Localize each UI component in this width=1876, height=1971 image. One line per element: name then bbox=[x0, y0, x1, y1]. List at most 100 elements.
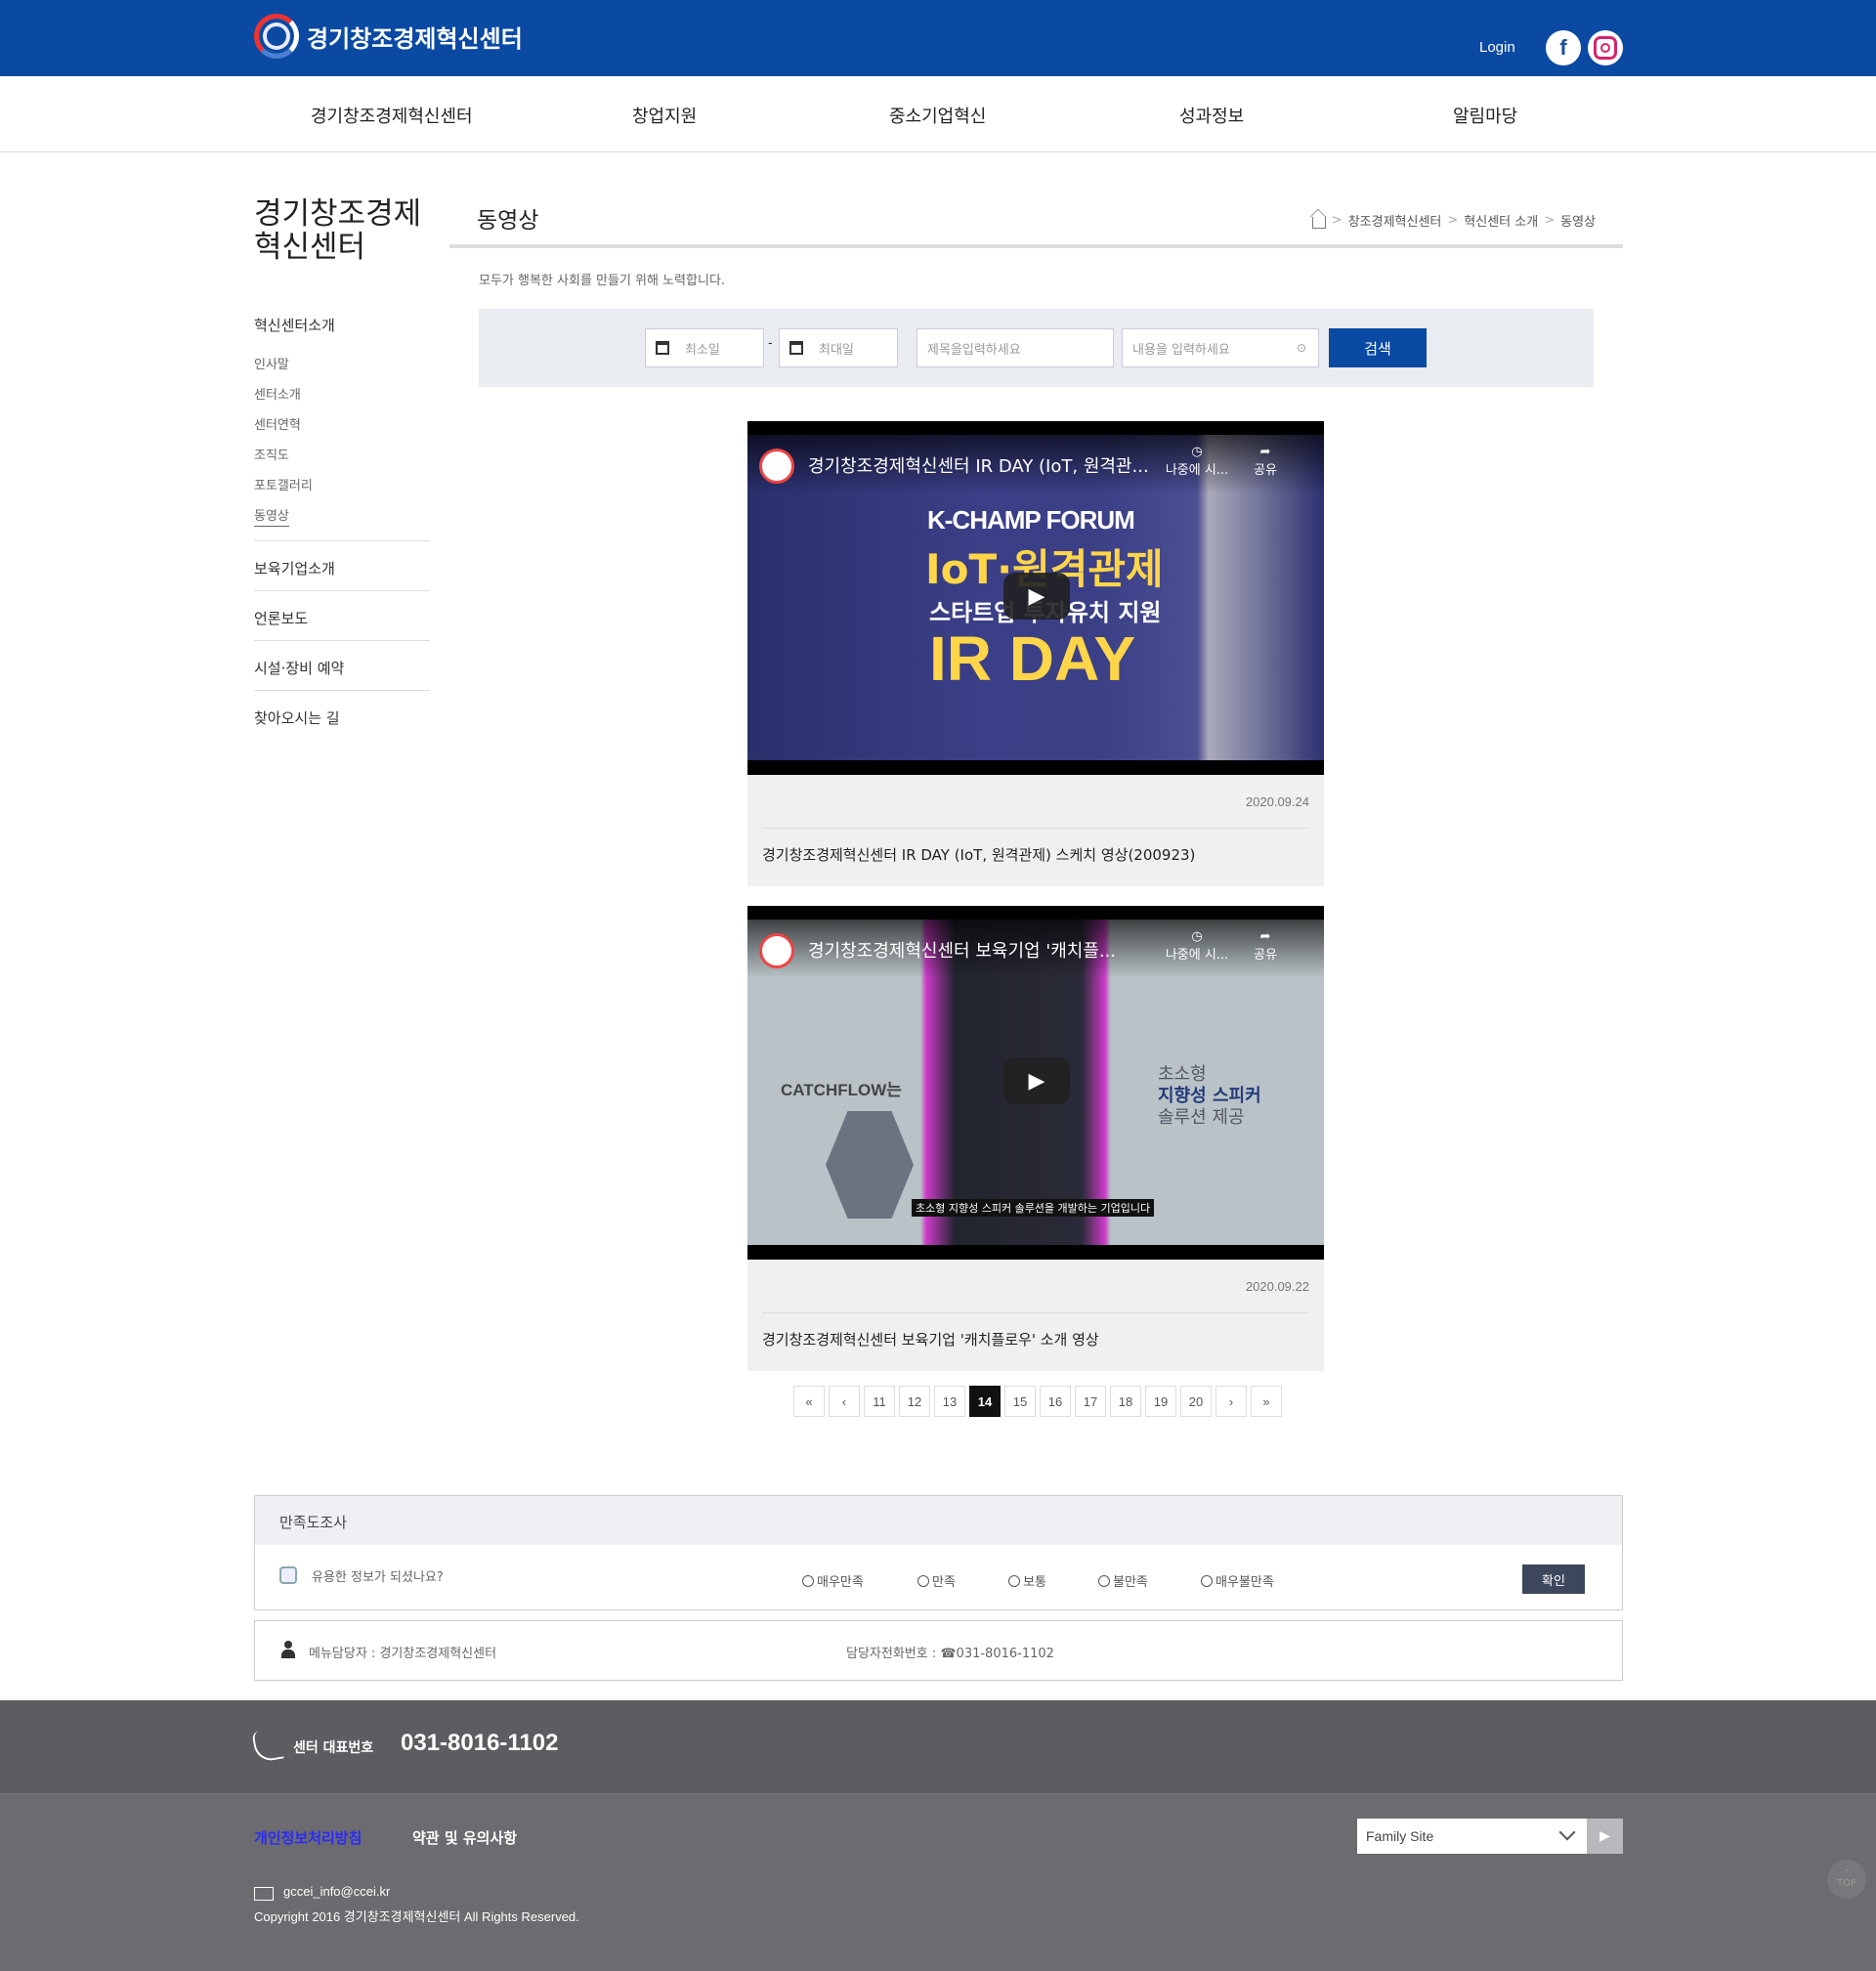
breadcrumb: > 창조경제혁신센터 > 혁신센터 소개 > 동영상 bbox=[1311, 211, 1596, 230]
next-page-button[interactable]: › bbox=[1215, 1386, 1247, 1417]
lnb-item-companies[interactable]: 보육기업소개 bbox=[254, 558, 335, 578]
channel-avatar[interactable] bbox=[759, 449, 794, 484]
first-page-button[interactable]: « bbox=[793, 1386, 825, 1417]
footer-email: gccei_info@ccei.kr bbox=[283, 1884, 391, 1899]
page-link[interactable]: 17 bbox=[1075, 1386, 1106, 1417]
video-title[interactable]: 경기창조경제혁신센터 IR DAY (IoT, 원격관제) 스케치 영상(200… bbox=[762, 828, 1309, 886]
breadcrumb-item[interactable]: 동영상 bbox=[1560, 211, 1596, 230]
lnb-divider bbox=[254, 690, 430, 691]
lnb-sub-org[interactable]: 조직도 bbox=[254, 445, 289, 463]
page-link[interactable]: 13 bbox=[934, 1386, 965, 1417]
end-date-input[interactable]: 최대일 bbox=[779, 328, 898, 367]
page-link[interactable]: 16 bbox=[1040, 1386, 1071, 1417]
home-icon[interactable] bbox=[1311, 216, 1326, 229]
lnb-item-reservation[interactable]: 시설·장비 예약 bbox=[254, 658, 344, 678]
clock-icon: ◷ bbox=[1191, 929, 1203, 944]
calendar-icon[interactable] bbox=[656, 341, 669, 355]
prev-page-button[interactable]: ‹ bbox=[829, 1386, 860, 1417]
page-link[interactable]: 20 bbox=[1180, 1386, 1212, 1417]
login-link[interactable]: Login bbox=[1479, 39, 1515, 56]
menu-manager: 메뉴담당자 : 경기창조경제혁신센터 bbox=[309, 1647, 497, 1661]
play-icon[interactable]: ▶ bbox=[1003, 1057, 1070, 1104]
lnb-sub-history[interactable]: 센터연혁 bbox=[254, 414, 301, 433]
start-date-input[interactable]: 최소일 bbox=[645, 328, 764, 367]
search-button[interactable]: 검색 bbox=[1329, 328, 1427, 367]
survey-option-neutral[interactable]: 보통 bbox=[1008, 1571, 1046, 1590]
video-card[interactable]: CATCHFLOW는 초소형 지향성 스피커 솔루션 제공 초소형 지향성 스피… bbox=[747, 906, 1324, 1371]
global-nav: 경기창조경제혁신센터 창업지원 중소기업혁신 성과정보 알림마당 bbox=[0, 76, 1876, 152]
lnb-section[interactable]: 혁신센터소개 bbox=[254, 315, 335, 335]
survey-option-dissatisfied[interactable]: 불만족 bbox=[1098, 1571, 1148, 1590]
page-link[interactable]: 15 bbox=[1004, 1386, 1036, 1417]
lnb-item-directions[interactable]: 찾아오시는 길 bbox=[254, 707, 340, 728]
magnifier-icon bbox=[279, 1566, 297, 1584]
survey-option-very-satisfied[interactable]: 매우만족 bbox=[802, 1571, 864, 1590]
video-title[interactable]: 경기창조경제혁신센터 보육기업 '캐치플로우' 소개 영상 bbox=[762, 1312, 1309, 1371]
content-search-input[interactable]: 내용을 입력하세요 ⊙ bbox=[1122, 328, 1319, 367]
video-card[interactable]: K-CHAMP FORUM IoT·원격관제 스타트업 투자유치 지원 IR D… bbox=[747, 421, 1324, 886]
watch-later-button[interactable]: ◷ 나중에 시... bbox=[1158, 929, 1236, 963]
gnb-item-startup[interactable]: 창업지원 bbox=[632, 103, 697, 128]
lnb-sub-greeting[interactable]: 인사말 bbox=[254, 354, 289, 372]
channel-avatar[interactable] bbox=[759, 933, 794, 968]
family-site-go-button[interactable]: ▶ bbox=[1587, 1819, 1623, 1854]
family-site-select[interactable]: Family Site bbox=[1357, 1819, 1587, 1854]
breadcrumb-item[interactable]: 창조경제혁신센터 bbox=[1348, 211, 1442, 230]
watch-later-button[interactable]: ◷ 나중에 시... bbox=[1158, 445, 1236, 478]
logo-text: 경기창조경제혁신센터 bbox=[307, 24, 523, 53]
manager-phone: 담당자전화번호 : ☎031-8016-1102 bbox=[846, 1647, 1054, 1661]
page-link[interactable]: 12 bbox=[899, 1386, 930, 1417]
tel-number: 031-8016-1102 bbox=[401, 1730, 559, 1756]
page-link[interactable]: 19 bbox=[1145, 1386, 1176, 1417]
current-page[interactable]: 14 bbox=[969, 1386, 1001, 1417]
video-date: 2020.09.24 bbox=[1245, 794, 1309, 809]
privacy-policy-link[interactable]: 개인정보처리방침 bbox=[254, 1827, 362, 1848]
video-player-title[interactable]: 경기창조경제혁신센터 IR DAY (IoT, 원격관... bbox=[808, 452, 1160, 478]
share-button[interactable]: ➦ 공유 bbox=[1246, 929, 1285, 963]
lnb-item-press[interactable]: 언론보도 bbox=[254, 608, 308, 628]
top-header: 경기창조경제혁신센터 Login f bbox=[0, 0, 1876, 76]
gnb-item-center[interactable]: 경기창조경제혁신센터 bbox=[311, 103, 473, 128]
terms-link[interactable]: 약관 및 유의사항 bbox=[412, 1827, 517, 1848]
page-link[interactable]: 11 bbox=[864, 1386, 895, 1417]
lnb-sub-intro[interactable]: 센터소개 bbox=[254, 384, 301, 403]
tel-label: 센터 대표번호 bbox=[293, 1740, 374, 1756]
video-date: 2020.09.22 bbox=[1245, 1279, 1309, 1294]
title-search-input[interactable]: 제목을입력하세요 bbox=[917, 328, 1114, 367]
search-panel: 최소일 - 최대일 제목을입력하세요 내용을 입력하세요 ⊙ 검색 bbox=[479, 309, 1594, 387]
phone-icon bbox=[251, 1727, 284, 1764]
share-icon: ➦ bbox=[1259, 929, 1271, 944]
play-icon[interactable]: ▶ bbox=[1003, 573, 1070, 620]
facebook-icon[interactable]: f bbox=[1546, 30, 1581, 65]
lnb-sub-gallery[interactable]: 포토갤러리 bbox=[254, 475, 313, 493]
last-page-button[interactable]: » bbox=[1251, 1386, 1282, 1417]
gnb-item-performance[interactable]: 성과정보 bbox=[1179, 103, 1244, 128]
copyright: Copyright 2016 경기창조경제혁신센터 All Rights Res… bbox=[254, 1909, 579, 1924]
person-icon bbox=[281, 1641, 295, 1658]
site-logo[interactable]: 경기창조경제혁신센터 bbox=[254, 14, 523, 59]
video-player-title[interactable]: 경기창조경제혁신센터 보육기업 '캐치플... bbox=[808, 937, 1160, 963]
calendar-icon[interactable] bbox=[789, 341, 803, 355]
page-description: 모두가 행복한 사회를 만들기 위해 노력합니다. bbox=[479, 274, 726, 288]
satisfaction-survey: 만족도조사 유용한 정보가 되셨나요? 매우만족 만족 보통 불만족 매우불만족… bbox=[254, 1495, 1623, 1610]
survey-submit-button[interactable]: 확인 bbox=[1522, 1564, 1585, 1594]
video-player[interactable]: K-CHAMP FORUM IoT·원격관제 스타트업 투자유치 지원 IR D… bbox=[747, 421, 1324, 775]
mail-icon bbox=[254, 1887, 274, 1901]
survey-option-satisfied[interactable]: 만족 bbox=[917, 1571, 956, 1590]
survey-option-very-dissatisfied[interactable]: 매우불만족 bbox=[1201, 1571, 1274, 1590]
menu-manager-info: 메뉴담당자 : 경기창조경제혁신센터 담당자전화번호 : ☎031-8016-1… bbox=[254, 1620, 1623, 1681]
logo-mark-icon bbox=[254, 14, 299, 59]
gnb-item-sme[interactable]: 중소기업혁신 bbox=[889, 103, 986, 128]
breadcrumb-item[interactable]: 혁신센터 소개 bbox=[1464, 211, 1538, 230]
gnb-item-notice[interactable]: 알림마당 bbox=[1453, 103, 1517, 128]
page-link[interactable]: 18 bbox=[1110, 1386, 1141, 1417]
instagram-icon[interactable] bbox=[1588, 30, 1623, 65]
lnb-divider bbox=[254, 640, 430, 641]
share-button[interactable]: ➦ 공유 bbox=[1246, 445, 1285, 478]
video-player[interactable]: CATCHFLOW는 초소형 지향성 스피커 솔루션 제공 초소형 지향성 스피… bbox=[747, 906, 1324, 1260]
footer: 센터 대표번호 031-8016-1102 개인정보처리방침 약관 및 유의사항… bbox=[0, 1700, 1876, 1971]
scroll-top-button[interactable]: ⌃ TOP bbox=[1827, 1860, 1866, 1899]
lnb-sub-video[interactable]: 동영상 bbox=[254, 505, 289, 527]
lnb-divider bbox=[254, 590, 430, 591]
clear-icon[interactable]: ⊙ bbox=[1297, 341, 1306, 355]
